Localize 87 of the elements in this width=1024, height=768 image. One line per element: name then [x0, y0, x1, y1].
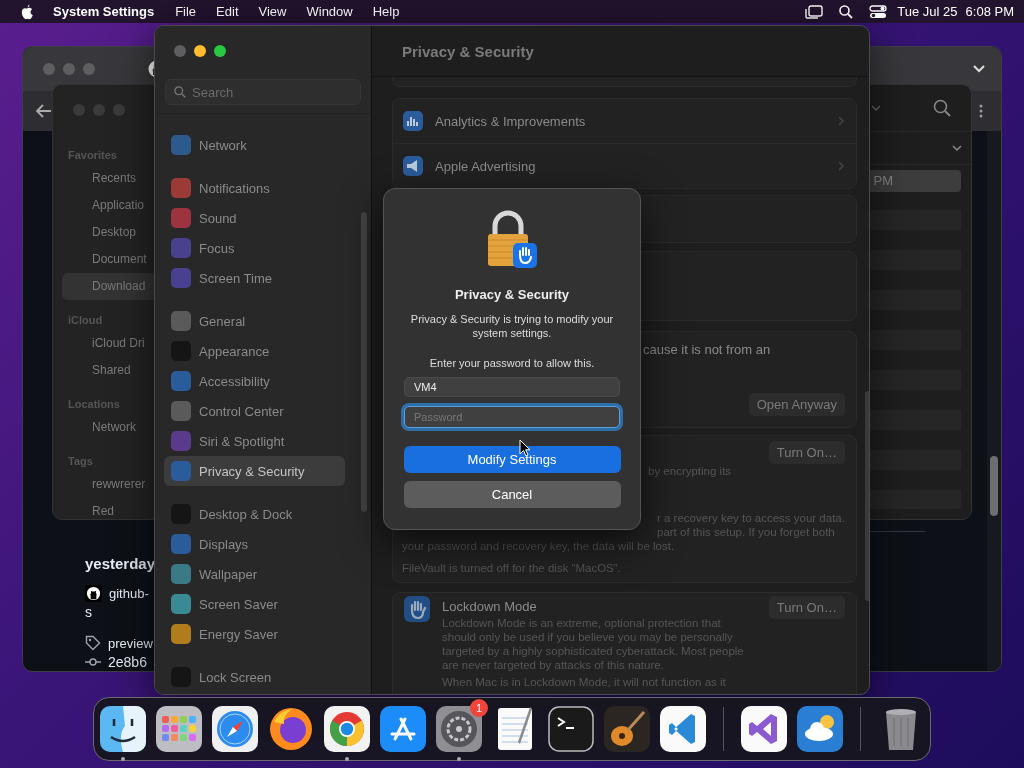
scrollbar-thumb[interactable] [990, 456, 998, 516]
open-anyway-button[interactable]: Open Anyway [748, 393, 845, 416]
list-text: github- [109, 585, 149, 601]
sidebar-item[interactable]: Desktop & Dock [164, 499, 345, 529]
store-icon[interactable] [378, 704, 428, 754]
sidebar-item[interactable]: Appearance [164, 336, 345, 366]
apple-icon[interactable] [20, 3, 34, 20]
sidebar-item[interactable]: Displays [164, 529, 345, 559]
sidebar-item[interactable]: Wallpaper [164, 559, 345, 589]
cancel-button[interactable]: Cancel [403, 481, 621, 508]
turn-on-button[interactable]: Turn On… [768, 441, 845, 464]
row-label[interactable]: Apple Advertising [435, 158, 536, 174]
search-icon[interactable] [839, 4, 854, 19]
bar-chart-icon [403, 111, 423, 131]
sidebar-item[interactable]: Privacy & Security [164, 456, 345, 486]
menu-item[interactable]: File [175, 4, 197, 19]
more-icon[interactable] [979, 104, 983, 118]
dialog-message: Privacy & Security is trying to modify your system settings. [409, 312, 615, 340]
pointer-icon [519, 439, 531, 457]
sidebar-item[interactable]: Recents [62, 165, 155, 192]
scrollbar-thumb[interactable] [864, 391, 869, 601]
terminal-icon[interactable] [546, 704, 596, 754]
windows-icon[interactable] [805, 4, 824, 19]
menu-date[interactable]: Tue Jul 25 [897, 4, 958, 19]
sidebar-item[interactable]: General [164, 306, 345, 336]
turn-on-button[interactable]: Turn On… [768, 596, 845, 619]
row-label[interactable]: Analytics & Improvements [435, 113, 586, 129]
sidebar-item[interactable]: Desktop [62, 219, 155, 246]
date-heading: yesterday [85, 554, 156, 572]
sidebar-item[interactable]: Sound [164, 203, 345, 233]
grid-icon[interactable] [154, 704, 204, 754]
sidebar-item[interactable]: Energy Saver [164, 619, 345, 649]
sidebar-item[interactable]: Screen Time [164, 263, 345, 293]
modify-settings-button[interactable]: Modify Settings [403, 446, 621, 473]
dialog-prompt: Enter your password to allow this. [429, 357, 595, 369]
zoom-button[interactable] [214, 45, 226, 57]
list-text: 2e8b6 [108, 653, 147, 670]
sidebar-item[interactable]: Network [62, 414, 155, 441]
lock-icon [485, 210, 539, 270]
cloud-icon[interactable] [795, 704, 845, 754]
scrollbar-thumb[interactable] [361, 212, 367, 512]
toggles-icon[interactable] [869, 4, 888, 19]
security-message: cause it is not from an [643, 342, 772, 358]
search-icon [174, 86, 186, 98]
sidebar-item[interactable]: Siri & Spotlight [164, 426, 345, 456]
sidebar-item[interactable]: Focus [164, 233, 345, 263]
commit-icon [85, 655, 101, 668]
dialog-title: Privacy & Security [454, 287, 570, 302]
menu-item[interactable]: Help [372, 4, 400, 19]
list-text: preview [108, 635, 153, 651]
hand-icon [404, 596, 430, 622]
menu-item[interactable]: Edit [216, 4, 239, 19]
wheel-icon[interactable] [322, 704, 372, 754]
lockdown-title: Lockdown Mode [442, 598, 538, 616]
username-field[interactable]: VM4 [404, 377, 620, 397]
sidebar-item[interactable]: Lock Screen [164, 662, 345, 692]
search-field[interactable]: Search [165, 79, 361, 105]
sidebar-item[interactable]: Notifications [164, 173, 345, 203]
page-title: Privacy & Security [402, 42, 534, 60]
notification-badge: 1 [470, 699, 488, 717]
sidebar-item[interactable]: Applicatio [62, 192, 155, 219]
face-icon[interactable] [98, 704, 148, 754]
sidebar-item[interactable]: Screen Saver [164, 589, 345, 619]
sidebar-item[interactable]: Shared [62, 357, 155, 384]
back-arrow-icon[interactable] [36, 104, 52, 118]
sidebar-item[interactable]: Download [62, 273, 155, 300]
sidebar-item[interactable]: Network [164, 130, 345, 160]
compass-icon[interactable] [210, 704, 260, 754]
sidebar-item[interactable]: iCloud Dri [62, 330, 155, 357]
sidebar-item[interactable]: Control Center [164, 396, 345, 426]
megaphone-icon [403, 156, 423, 176]
ribbon-icon[interactable] [739, 704, 789, 754]
sidebar-item[interactable]: rewwrerer [62, 471, 155, 498]
sidebar-item[interactable]: Red [62, 498, 155, 519]
minimize-button[interactable] [194, 45, 206, 57]
menu-item[interactable]: View [258, 4, 287, 19]
tag-icon [85, 635, 101, 651]
code-icon[interactable] [658, 704, 708, 754]
menu-item[interactable]: Window [306, 4, 353, 19]
sidebar-item[interactable]: Document [62, 246, 155, 273]
chevron-down-icon[interactable] [952, 144, 962, 152]
menu-time[interactable]: 6:08 PM [965, 4, 1014, 19]
gear-icon[interactable] [434, 704, 484, 754]
app-menu[interactable]: System Settings [53, 4, 155, 19]
guitar-icon[interactable] [602, 704, 652, 754]
list-text: s [85, 604, 92, 620]
sidebar-item[interactable]: Accessibility [164, 366, 345, 396]
